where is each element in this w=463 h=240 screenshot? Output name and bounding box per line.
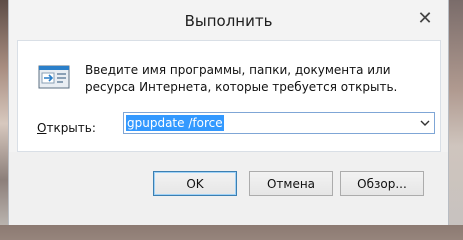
title-bar[interactable]: Выполнить ✕ <box>9 0 448 40</box>
close-button[interactable]: ✕ <box>408 6 442 30</box>
cancel-button[interactable]: Отмена <box>249 171 333 196</box>
dropdown-button[interactable] <box>419 117 431 129</box>
run-dialog: Выполнить ✕ Введите имя программы, папки… <box>8 0 449 225</box>
ok-button[interactable]: OK <box>153 171 237 196</box>
command-input[interactable]: gpupdate /force <box>126 115 224 131</box>
open-combobox[interactable]: gpupdate /force <box>123 112 435 134</box>
desktop-background-right <box>449 0 463 225</box>
window-title: Выполнить <box>184 12 273 30</box>
desktop-background-left <box>0 0 8 225</box>
open-label: Открыть: <box>37 121 96 135</box>
open-label-rest: ткрыть: <box>46 121 96 135</box>
content-panel: Введите имя программы, папки, документа … <box>17 40 441 152</box>
chevron-down-icon <box>420 120 430 126</box>
run-program-icon <box>37 62 71 92</box>
browse-button[interactable]: Обзор... <box>340 171 424 196</box>
close-icon: ✕ <box>417 7 433 29</box>
instruction-text: Введите имя программы, папки, документа … <box>85 63 398 94</box>
button-bar: OK Отмена Обзор... <box>9 152 448 225</box>
